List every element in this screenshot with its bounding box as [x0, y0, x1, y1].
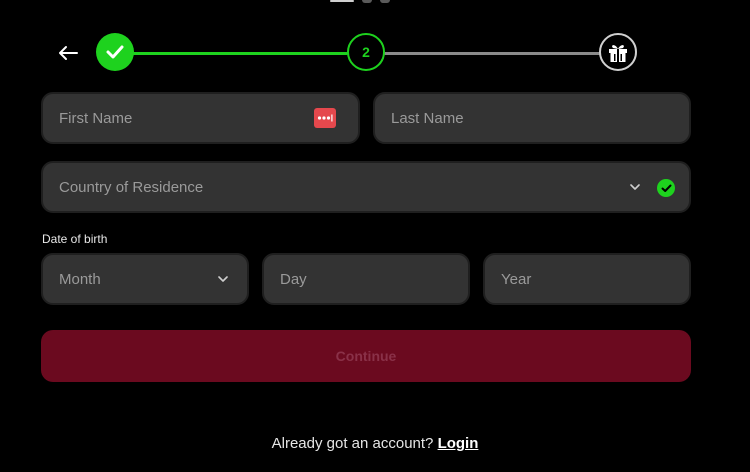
- step-1-completed: [96, 33, 134, 71]
- date-of-birth-label: Date of birth: [42, 232, 108, 246]
- day-placeholder: Day: [280, 270, 307, 288]
- year-field[interactable]: Year: [483, 253, 691, 305]
- continue-button[interactable]: Continue: [41, 330, 691, 382]
- chevron-down-icon: [217, 273, 229, 285]
- stepper-track-completed: [132, 52, 348, 55]
- month-select[interactable]: Month: [41, 253, 249, 305]
- valid-check-icon: [657, 179, 675, 197]
- password-manager-icon[interactable]: [314, 108, 336, 128]
- stepper-track-pending: [384, 52, 602, 55]
- indicator-bar: [330, 0, 354, 2]
- indicator-dot: [362, 0, 372, 3]
- step-2-current: 2: [347, 33, 385, 71]
- country-placeholder: Country of Residence: [59, 178, 204, 196]
- step-number: 2: [362, 44, 370, 60]
- back-button[interactable]: [55, 40, 81, 66]
- arrow-left-icon: [59, 46, 78, 60]
- last-name-placeholder: Last Name: [391, 109, 464, 127]
- country-select[interactable]: Country of Residence: [41, 161, 691, 213]
- progress-stepper: 2: [96, 33, 638, 73]
- first-name-field[interactable]: First Name: [41, 92, 360, 144]
- step-3-reward: [599, 33, 637, 71]
- top-indicator: [330, 0, 390, 3]
- check-icon: [106, 45, 124, 59]
- login-link[interactable]: Login: [438, 435, 479, 452]
- continue-label: Continue: [335, 348, 397, 364]
- day-field[interactable]: Day: [262, 253, 470, 305]
- indicator-dot: [380, 0, 390, 3]
- gift-icon: [609, 45, 627, 62]
- dots-icon: [317, 114, 333, 122]
- last-name-field[interactable]: Last Name: [373, 92, 691, 144]
- year-placeholder: Year: [501, 270, 532, 288]
- login-prompt-text: Already got an account?: [271, 435, 434, 452]
- chevron-down-icon: [629, 181, 641, 193]
- first-name-placeholder: First Name: [59, 109, 133, 127]
- login-prompt: Already got an account? Login: [0, 435, 750, 452]
- month-placeholder: Month: [59, 270, 101, 288]
